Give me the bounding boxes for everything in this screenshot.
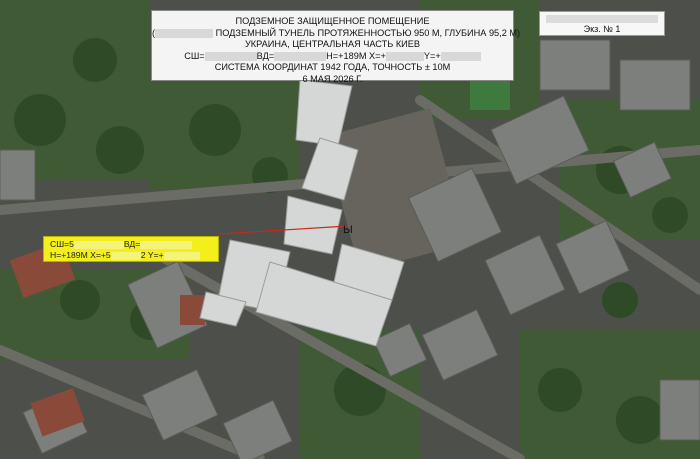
info-line-coordinates: СШ= ВД= Н=+189М Х=+ Y=+: [152, 51, 513, 63]
object-info-box: ПОДЗЕМНОЕ ЗАЩИЩЕННОЕ ПОМЕЩЕНИЕ ( ПОДЗЕМН…: [151, 10, 520, 84]
redacted-block: [140, 240, 193, 249]
info-line-coordinate-system: СИСТЕМА КООРДИНАТ 1942 ГОДА, ТОЧНОСТЬ ± …: [214, 62, 451, 73]
redacted-block: [440, 51, 481, 61]
redacted-block: [163, 251, 200, 260]
callout-hx-label: Н=+189М Х=+5: [50, 250, 111, 260]
coordinate-callout: СШ=5 ВД= Н=+189М Х=+5 2 Y=+: [43, 236, 219, 262]
info-line-tunnel: ПОДЗЕМНЫЙ ТУНЕЛЬ ПРОТЯЖЕННОСТЬЮ 950 М, Г…: [215, 27, 521, 38]
coord-sh-label: СШ=: [184, 50, 205, 61]
redacted-block: [385, 51, 424, 61]
redacted-block: [546, 15, 658, 23]
info-line-description: ( ПОДЗЕМНЫЙ ТУНЕЛЬ ПРОТЯЖЕННОСТЬЮ 950 М,…: [152, 28, 520, 40]
callout-y-label: 2 Y=+: [140, 250, 164, 260]
callout-row-1: СШ=5 ВД=: [50, 239, 218, 250]
redacted-block: [155, 28, 214, 38]
copy-number-label: Экз. № 1: [583, 24, 621, 34]
map-marker-label: Ы: [343, 224, 353, 236]
redacted-block: [110, 251, 141, 260]
info-line-title: ПОДЗЕМНОЕ ЗАЩИЩЕННОЕ ПОМЕЩЕНИЕ: [235, 16, 430, 26]
callout-vd-label: ВД=: [123, 239, 141, 249]
redacted-block: [274, 51, 327, 61]
coord-y-label: Y=+: [423, 50, 441, 61]
info-line-location: УКРАИНА, ЦЕНТРАЛЬНАЯ ЧАСТЬ КИЕВ: [244, 39, 421, 50]
callout-row-2: Н=+189М Х=+5 2 Y=+: [50, 250, 218, 261]
copy-number-box: Экз. № 1: [539, 11, 665, 36]
callout-sh-label: СШ=5: [50, 239, 74, 249]
redacted-block: [204, 51, 257, 61]
redacted-block: [73, 240, 124, 249]
info-line-date: 6 МАЯ 2026 Г.: [302, 73, 363, 84]
coord-hx-label: Н=+189М Х=+: [326, 50, 386, 61]
coord-vd-label: ВД=: [256, 50, 275, 61]
